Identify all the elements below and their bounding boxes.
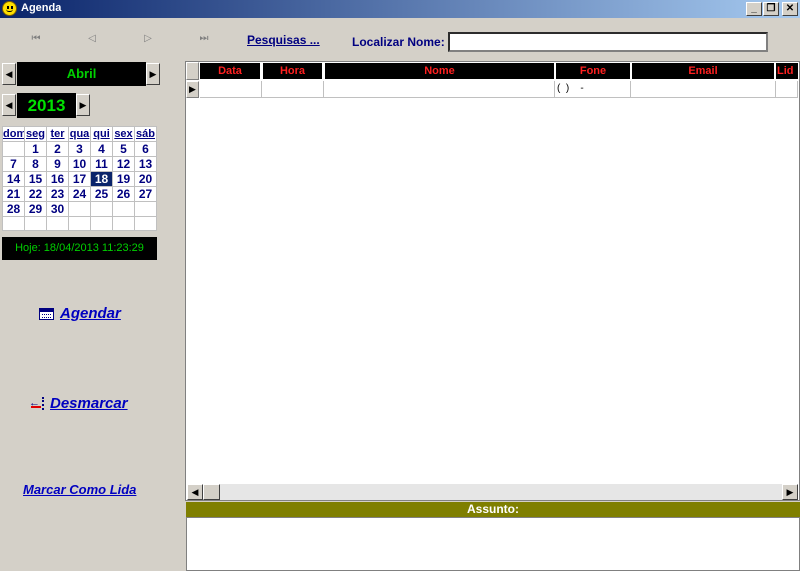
year-prev-button[interactable]: ◀ bbox=[2, 94, 16, 116]
calendar-day[interactable] bbox=[68, 201, 91, 217]
calendar-day[interactable]: 26 bbox=[112, 186, 135, 202]
cell-email[interactable] bbox=[631, 81, 776, 98]
unmark-arrow-icon[interactable]: ← bbox=[29, 396, 47, 412]
row-indicator-icon[interactable]: ▶ bbox=[186, 81, 199, 98]
cell-nome[interactable] bbox=[324, 81, 555, 98]
restore-button[interactable]: ❐ bbox=[763, 2, 779, 16]
calendar-grid: dom seg ter qua qui sex sáb 1 2 3 4 5 6 7 8 9 10 11 12 13 1… bbox=[2, 126, 157, 231]
first-record-icon[interactable]: ⏮ bbox=[28, 32, 44, 46]
cell-data[interactable] bbox=[200, 81, 262, 98]
month-next-button[interactable]: ▶ bbox=[146, 63, 160, 85]
calendar-day[interactable] bbox=[24, 216, 47, 231]
window-title: Agenda bbox=[21, 2, 62, 14]
calendar-day[interactable] bbox=[90, 216, 113, 231]
calendar-day[interactable]: 19 bbox=[112, 171, 135, 187]
calendar-day[interactable] bbox=[2, 216, 25, 231]
calendar-day[interactable]: 16 bbox=[46, 171, 69, 187]
calendar-day[interactable]: 14 bbox=[2, 171, 25, 187]
close-button[interactable]: ✕ bbox=[782, 2, 798, 16]
grid-corner bbox=[186, 62, 199, 80]
next-record-icon[interactable]: ▷ bbox=[140, 32, 156, 46]
calendar-day[interactable] bbox=[46, 216, 69, 231]
calendar-day[interactable]: 11 bbox=[90, 156, 113, 172]
calendar-day[interactable] bbox=[112, 216, 135, 231]
calendar-day[interactable]: 30 bbox=[46, 201, 69, 217]
column-header-nome[interactable]: Nome bbox=[325, 63, 554, 79]
last-record-icon[interactable]: ⏭ bbox=[196, 32, 212, 46]
year-display: 2013 bbox=[17, 93, 76, 118]
column-header-hora[interactable]: Hora bbox=[263, 63, 322, 79]
calendar-day[interactable] bbox=[68, 216, 91, 231]
cell-fone[interactable]: ( ) - bbox=[555, 81, 631, 98]
weekday-header: dom bbox=[2, 126, 25, 142]
scroll-right-button[interactable]: ▶ bbox=[782, 484, 798, 500]
calendar-icon[interactable] bbox=[39, 308, 54, 320]
calendar-day[interactable]: 7 bbox=[2, 156, 25, 172]
calendar-day[interactable]: 22 bbox=[24, 186, 47, 202]
calendar-day[interactable]: 25 bbox=[90, 186, 113, 202]
calendar-day[interactable]: 10 bbox=[68, 156, 91, 172]
weekday-header: sex bbox=[112, 126, 135, 142]
column-header-lida[interactable]: Lid bbox=[776, 63, 798, 79]
pesquisas-link[interactable]: Pesquisas ... bbox=[247, 33, 320, 47]
weekday-header: seg bbox=[24, 126, 47, 142]
calendar-day[interactable]: 18 bbox=[90, 171, 113, 187]
calendar-day[interactable]: 2 bbox=[46, 141, 69, 157]
calendar-day[interactable]: 13 bbox=[134, 156, 157, 172]
calendar-day[interactable]: 27 bbox=[134, 186, 157, 202]
agenda-grid[interactable] bbox=[185, 61, 800, 501]
calendar-day[interactable]: 15 bbox=[24, 171, 47, 187]
calendar-day[interactable]: 9 bbox=[46, 156, 69, 172]
desmarcar-link[interactable]: Desmarcar bbox=[50, 395, 128, 412]
weekday-header: qui bbox=[90, 126, 113, 142]
calendar-day[interactable] bbox=[134, 201, 157, 217]
calendar-day[interactable]: 3 bbox=[68, 141, 91, 157]
assunto-header: Assunto: bbox=[186, 502, 800, 517]
calendar-day[interactable]: 12 bbox=[112, 156, 135, 172]
weekday-header: ter bbox=[46, 126, 69, 142]
marcar-como-lida-link[interactable]: Marcar Como Lida bbox=[23, 482, 136, 497]
minimize-button[interactable]: _ bbox=[746, 2, 762, 16]
cell-lida[interactable] bbox=[776, 81, 798, 98]
weekday-header: sáb bbox=[134, 126, 157, 142]
calendar-day[interactable] bbox=[2, 141, 25, 157]
calendar-day[interactable]: 28 bbox=[2, 201, 25, 217]
year-next-button[interactable]: ▶ bbox=[76, 94, 90, 116]
title-bar: Agenda _ ❐ ✕ bbox=[0, 0, 800, 18]
calendar-day[interactable]: 24 bbox=[68, 186, 91, 202]
assunto-textbox[interactable] bbox=[186, 517, 800, 571]
smiley-app-icon bbox=[2, 1, 17, 16]
calendar-day[interactable]: 29 bbox=[24, 201, 47, 217]
calendar-day[interactable]: 5 bbox=[112, 141, 135, 157]
calendar-day[interactable]: 8 bbox=[24, 156, 47, 172]
month-display: Abril bbox=[17, 62, 146, 86]
month-prev-button[interactable]: ◀ bbox=[2, 63, 16, 85]
calendar-day[interactable]: 23 bbox=[46, 186, 69, 202]
horizontal-scrollbar[interactable] bbox=[187, 484, 798, 500]
calendar-day[interactable]: 6 bbox=[134, 141, 157, 157]
calendar-day[interactable]: 4 bbox=[90, 141, 113, 157]
calendar-day[interactable]: 21 bbox=[2, 186, 25, 202]
localizar-label: Localizar Nome: bbox=[352, 35, 445, 49]
cell-hora[interactable] bbox=[262, 81, 324, 98]
calendar-day[interactable] bbox=[134, 216, 157, 231]
agendar-link[interactable]: Agendar bbox=[60, 305, 121, 322]
calendar-day[interactable] bbox=[112, 201, 135, 217]
column-header-data[interactable]: Data bbox=[200, 63, 260, 79]
calendar-day[interactable] bbox=[90, 201, 113, 217]
scroll-thumb[interactable] bbox=[203, 484, 220, 500]
calendar-day[interactable]: 1 bbox=[24, 141, 47, 157]
calendar-day[interactable]: 17 bbox=[68, 171, 91, 187]
column-header-fone[interactable]: Fone bbox=[556, 63, 630, 79]
calendar-day[interactable]: 20 bbox=[134, 171, 157, 187]
column-header-email[interactable]: Email bbox=[632, 63, 774, 79]
weekday-header: qua bbox=[68, 126, 91, 142]
localizar-input[interactable] bbox=[448, 32, 768, 52]
prev-record-icon[interactable]: ◁ bbox=[84, 32, 100, 46]
today-display: Hoje: 18/04/2013 11:23:29 bbox=[2, 237, 157, 260]
scroll-left-button[interactable]: ◀ bbox=[187, 484, 203, 500]
